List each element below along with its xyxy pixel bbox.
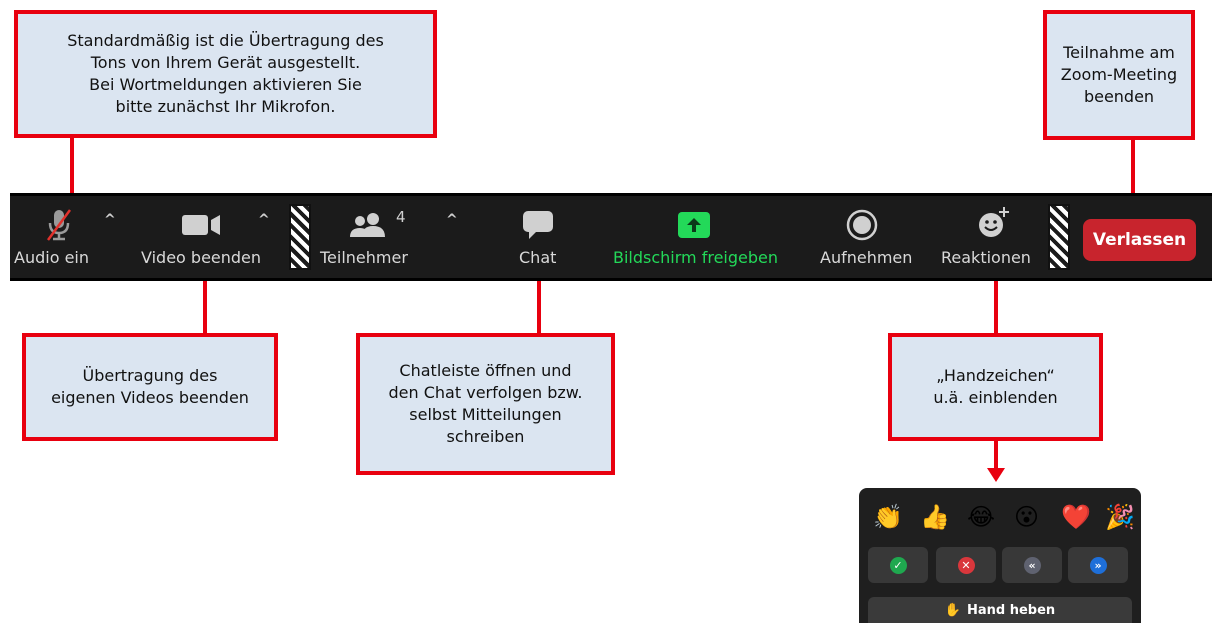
heart-emoji-icon[interactable]: ❤️ xyxy=(1061,502,1091,532)
rewind-icon: « xyxy=(1023,556,1041,574)
video-options-caret[interactable]: ^ xyxy=(258,212,270,228)
record-label: Aufnehmen xyxy=(820,248,913,267)
yes-button[interactable]: ✓ xyxy=(868,547,928,583)
close-icon: ✕ xyxy=(957,556,975,574)
microphone-muted-icon xyxy=(46,209,72,241)
chat-bubble-icon xyxy=(523,211,553,239)
clap-emoji-icon[interactable]: 👏 xyxy=(873,502,903,532)
callout-video-text: Übertragung des eigenen Videos beenden xyxy=(51,366,249,407)
participants-options-caret[interactable]: ^ xyxy=(446,212,458,228)
party-popper-emoji-icon[interactable]: 🎉 xyxy=(1105,502,1135,532)
callout-reactions: „Handzeichen“ u.ä. einblenden xyxy=(888,333,1103,441)
connector-audio xyxy=(70,138,74,196)
record-button[interactable]: Aufnehmen xyxy=(816,196,926,278)
check-icon: ✓ xyxy=(889,556,907,574)
no-button[interactable]: ✕ xyxy=(936,547,996,583)
participants-icon xyxy=(350,213,385,237)
share-screen-icon xyxy=(678,212,710,238)
video-button[interactable]: Video beenden xyxy=(138,196,278,278)
video-camera-icon xyxy=(182,215,220,235)
reactions-popup: 👏 👍 😂 😮 ❤️ 🎉 ✓ ✕ « » ✋ Hand heben xyxy=(859,488,1141,623)
callout-chat: Chatleiste öffnen und den Chat verfolgen… xyxy=(356,333,615,475)
connector-reactions-popup xyxy=(994,441,998,471)
arrow-down-icon xyxy=(987,468,1005,482)
surprised-emoji-icon[interactable]: 😮 xyxy=(1014,502,1039,532)
connector-leave xyxy=(1131,140,1135,196)
joy-emoji-icon[interactable]: 😂 xyxy=(967,502,995,532)
callout-leave-text: Teilnahme am Zoom-Meeting beenden xyxy=(1060,43,1178,106)
chat-label: Chat xyxy=(519,248,557,267)
callout-audio: Standardmäßig ist die Übertragung des To… xyxy=(14,10,437,138)
audio-options-caret[interactable]: ^ xyxy=(104,212,116,228)
reaction-smiley-add-icon xyxy=(979,207,1009,237)
raised-hand-icon: ✋ xyxy=(944,602,961,618)
callout-leave: Teilnahme am Zoom-Meeting beenden xyxy=(1043,10,1195,140)
callout-audio-text: Standardmäßig ist die Übertragung des To… xyxy=(67,31,384,116)
participants-label: Teilnehmer xyxy=(320,248,408,267)
connector-video xyxy=(203,281,207,335)
reactions-label: Reaktionen xyxy=(941,248,1031,267)
audio-button[interactable]: Audio ein xyxy=(10,196,120,278)
faster-button[interactable]: » xyxy=(1068,547,1128,583)
callout-chat-text: Chatleiste öffnen und den Chat verfolgen… xyxy=(388,361,583,446)
participants-button[interactable]: 4 Teilnehmer xyxy=(316,196,426,278)
callout-reactions-text: „Handzeichen“ u.ä. einblenden xyxy=(933,366,1058,407)
connector-reactions xyxy=(994,281,998,335)
participants-count: 4 xyxy=(396,208,406,226)
share-screen-label: Bildschirm freigeben xyxy=(613,248,778,267)
leave-meeting-button[interactable]: Verlassen xyxy=(1083,219,1196,261)
thumbs-up-emoji-icon[interactable]: 👍 xyxy=(920,502,950,532)
redaction-hatch xyxy=(1048,204,1070,270)
raise-hand-button[interactable]: ✋ Hand heben xyxy=(868,597,1132,623)
raise-hand-label: Hand heben xyxy=(966,602,1056,618)
reactions-button[interactable]: Reaktionen xyxy=(938,196,1046,278)
video-label: Video beenden xyxy=(141,248,262,267)
callout-video: Übertragung des eigenen Videos beenden xyxy=(22,333,278,441)
fast-forward-icon: » xyxy=(1089,556,1107,574)
redaction-hatch xyxy=(289,204,311,270)
chat-button[interactable]: Chat xyxy=(510,196,570,278)
record-icon xyxy=(846,209,878,241)
share-screen-button[interactable]: Bildschirm freigeben xyxy=(600,196,790,278)
audio-label: Audio ein xyxy=(14,248,89,267)
connector-chat xyxy=(537,281,541,335)
slower-button[interactable]: « xyxy=(1002,547,1062,583)
meeting-toolbar: Audio ein ^ Video beenden ^ 4 Teilnehmer… xyxy=(10,193,1212,281)
